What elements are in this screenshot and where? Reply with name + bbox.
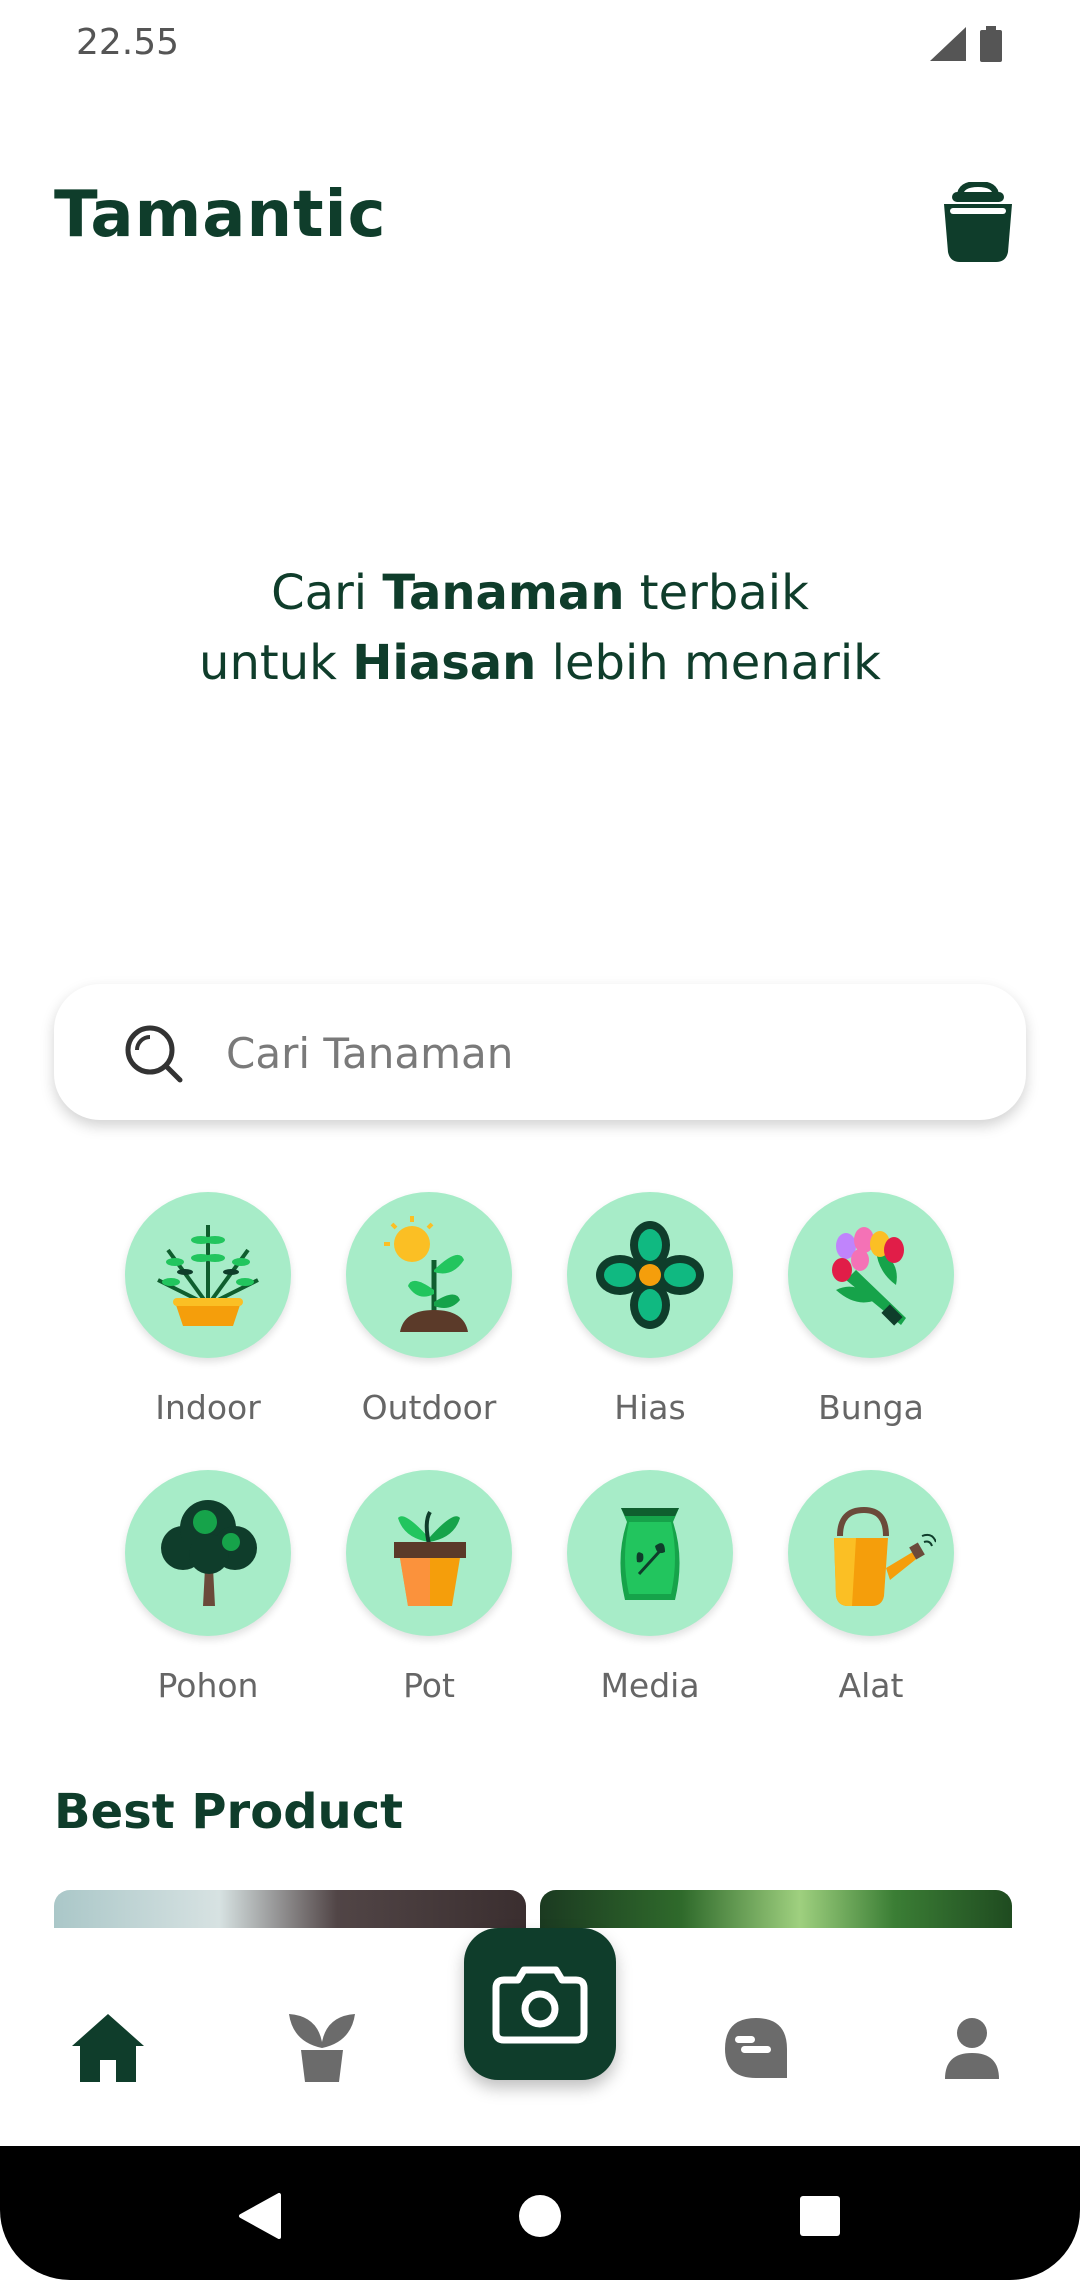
search-bar[interactable]	[54, 984, 1026, 1120]
category-label: Outdoor	[361, 1388, 497, 1427]
watering-can-icon	[788, 1470, 954, 1636]
signal-icon	[930, 27, 966, 61]
plant-icon	[289, 2014, 355, 2082]
product-card-1-image[interactable]	[54, 1890, 526, 1928]
category-alat[interactable]: Alat	[771, 1470, 971, 1705]
category-bunga[interactable]: Bunga	[771, 1192, 971, 1427]
category-label: Media	[600, 1666, 700, 1705]
search-input[interactable]	[224, 1014, 988, 1092]
hero-line-1-bold: Tanaman	[382, 565, 625, 621]
category-label: Pot	[403, 1666, 455, 1705]
nav-home[interactable]	[68, 2008, 148, 2088]
best-product-title: Best Product	[54, 1784, 404, 1840]
hero-tagline: Cari Tanaman terbaik untuk Hiasan lebih …	[0, 558, 1080, 698]
cart-bag-icon[interactable]	[940, 180, 1016, 264]
chat-icon	[725, 2018, 787, 2078]
category-label: Bunga	[818, 1388, 924, 1427]
indoor-plant-icon	[125, 1192, 291, 1358]
outdoor-plant-icon	[346, 1192, 512, 1358]
home-button[interactable]	[510, 2186, 570, 2246]
nav-profile[interactable]	[932, 2008, 1012, 2088]
category-outdoor[interactable]: Outdoor	[329, 1192, 529, 1427]
hero-line-2: untuk Hiasan lebih menarik	[0, 628, 1080, 698]
product-card-2-image[interactable]	[540, 1890, 1012, 1928]
category-hias[interactable]: Hias	[550, 1192, 750, 1427]
app-title: Tamantic	[54, 178, 387, 252]
home-circle-icon	[519, 2195, 561, 2237]
tree-icon	[125, 1470, 291, 1636]
battery-icon	[980, 26, 1002, 62]
system-navigation-bar	[0, 2146, 1080, 2280]
category-pohon[interactable]: Pohon	[108, 1470, 308, 1705]
camera-scan-button[interactable]	[464, 1928, 616, 2080]
category-label: Alat	[838, 1666, 904, 1705]
category-pot[interactable]: Pot	[329, 1470, 529, 1705]
category-media[interactable]: Media	[550, 1470, 750, 1705]
soil-bag-icon	[567, 1470, 733, 1636]
status-time: 22.55	[76, 22, 180, 63]
category-indoor[interactable]: Indoor	[108, 1192, 308, 1427]
back-button[interactable]	[228, 2186, 288, 2246]
category-label: Pohon	[157, 1666, 259, 1705]
hero-line-2-post: lebih menarik	[536, 635, 881, 691]
category-label: Indoor	[155, 1388, 261, 1427]
hero-line-1-post: terbaik	[624, 565, 809, 621]
back-triangle-icon	[239, 2193, 281, 2239]
category-label: Hias	[614, 1388, 686, 1427]
bouquet-icon	[788, 1192, 954, 1358]
profile-icon	[945, 2018, 999, 2079]
nav-chat[interactable]	[716, 2008, 796, 2088]
recents-square-icon	[800, 2196, 840, 2236]
status-bar: 22.55	[0, 0, 1080, 90]
hero-line-2-bold: Hiasan	[352, 635, 537, 691]
search-icon	[125, 1025, 183, 1083]
pot-icon	[346, 1470, 512, 1636]
flower-icon	[567, 1192, 733, 1358]
status-icons	[930, 26, 1002, 62]
camera-icon	[492, 1966, 588, 2044]
recents-button[interactable]	[790, 2186, 850, 2246]
hero-line-2-pre: untuk	[199, 635, 353, 691]
hero-line-1-pre: Cari	[271, 565, 383, 621]
home-icon	[72, 2014, 144, 2082]
nav-plants[interactable]	[282, 2008, 362, 2088]
hero-line-1: Cari Tanaman terbaik	[0, 558, 1080, 628]
